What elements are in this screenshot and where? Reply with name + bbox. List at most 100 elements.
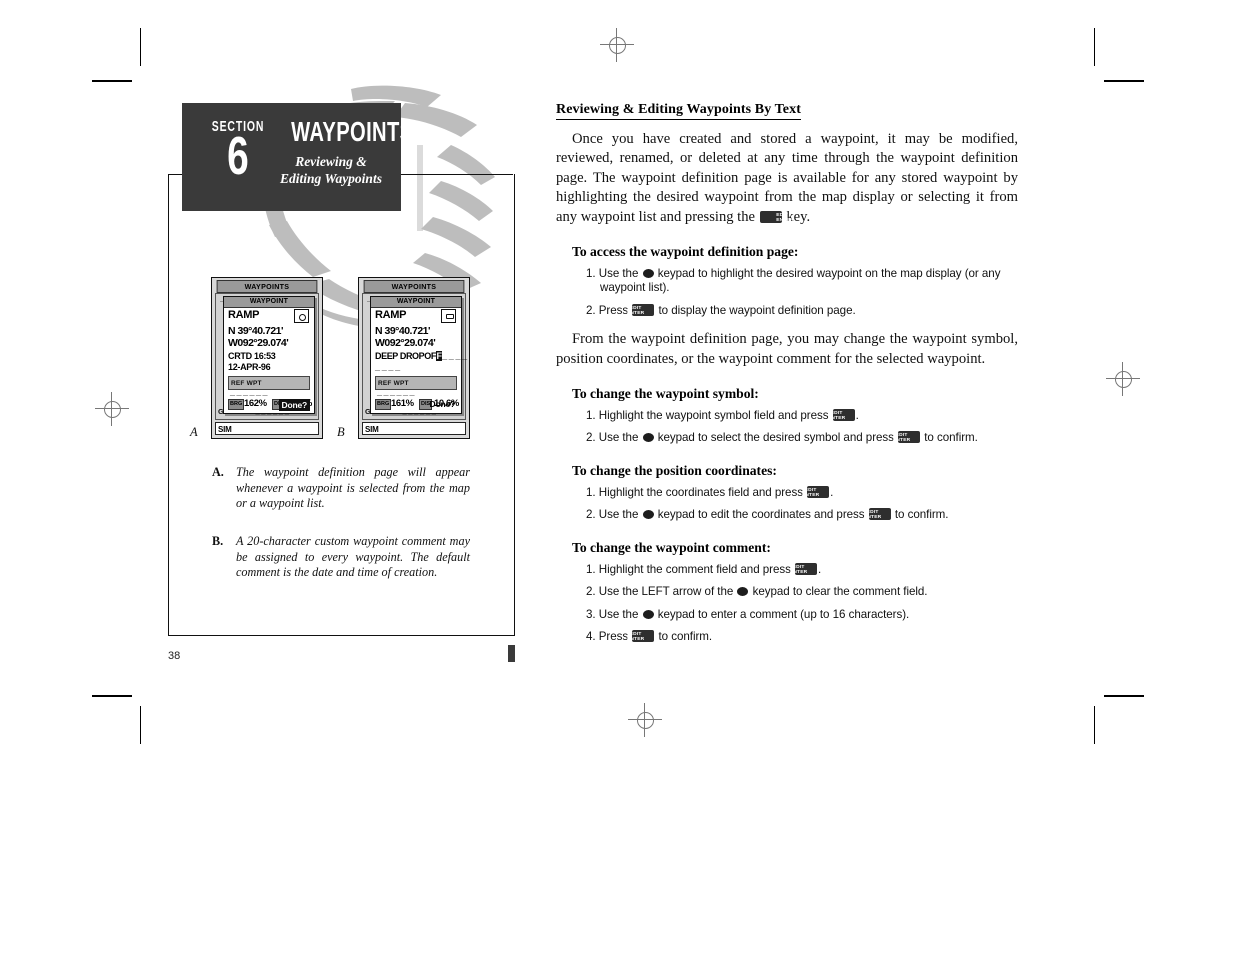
device-title-a: WAYPOINTS	[216, 280, 318, 293]
step-text: Highlight the comment field and press	[598, 562, 795, 576]
step-text-cont: keypad to select the desired symbol and …	[654, 431, 898, 445]
page-number: 38	[168, 650, 181, 662]
step-heading-access: To access the waypoint definition page:	[572, 244, 799, 260]
waypoint-comment-b[interactable]: DEEP DROPOFF_ _ _ _	[375, 351, 467, 361]
caption-a-text: The waypoint definition page will appear…	[236, 465, 470, 511]
reference-waypoint-value-b[interactable]: _ _ _ _ _ _	[377, 387, 415, 397]
caption-b: B. A 20-character custom waypoint commen…	[212, 534, 470, 581]
edit-enter-keycap-icon: EDIT ENTER	[627, 629, 655, 642]
bearing-label-a: BRG	[228, 399, 245, 410]
step-list-coordinates: 1. Highlight the coordinates field and p…	[556, 485, 1018, 523]
done-button-a[interactable]: Done?	[278, 399, 310, 411]
bearing-label-b: BRG	[375, 399, 392, 410]
rocker-keypad-icon	[642, 433, 654, 443]
dialog-header-b: WAYPOINT	[371, 297, 461, 308]
dialog-header-a: WAYPOINT	[224, 297, 314, 308]
section-subtitle-line1: Reviewing &	[295, 154, 367, 169]
step-text: Use the	[598, 607, 642, 621]
step-heading-coordinates: To change the position coordinates:	[572, 462, 777, 478]
keycap-line2: ENTER	[893, 437, 911, 443]
list-item: 1. Highlight the comment field and press…	[556, 562, 1018, 577]
registration-mark-bottom	[628, 703, 662, 737]
caption-b-text: A 20-character custom waypoint comment m…	[236, 534, 470, 580]
edit-enter-keycap-icon: EDIT ENTER	[828, 409, 855, 422]
step-number: 1.	[586, 409, 596, 423]
edit-enter-keycap-icon: EDIT ENTER	[627, 303, 655, 316]
waypoint-latitude-a[interactable]: N 39°40.721'	[228, 325, 284, 337]
page-title: Reviewing & Editing Waypoints By Text	[556, 102, 801, 120]
step-text: Use the LEFT arrow of the	[598, 585, 737, 599]
list-item: 3. Use the keypad to enter a comment (up…	[556, 608, 1018, 622]
step-list-access: 1. Use the keypad to highlight the desir…	[556, 267, 1018, 318]
waypoint-longitude-a[interactable]: W092°29.074'	[228, 337, 289, 349]
caption-b-letter: B.	[212, 534, 224, 548]
list-item: 2. Use the LEFT arrow of the keypad to c…	[556, 585, 1018, 599]
keycap-line2: ENTER	[863, 514, 882, 520]
section-subtitle-line2: Editing Waypoints	[280, 171, 382, 186]
waypoint-comment-trail-b: _ _ _ _	[442, 351, 467, 361]
figure-label-b: B	[337, 425, 345, 439]
step-heading-comment: To change the waypoint comment:	[572, 539, 771, 555]
crop-mark-top-right-vertical	[1094, 28, 1095, 66]
caption-a-letter: A.	[212, 465, 224, 479]
device-title-b: WAYPOINTS	[363, 280, 465, 293]
waypoint-definition-dialog-a: WAYPOINT RAMP N 39°40.721' W092°29.074' …	[223, 296, 315, 414]
keycap-line2: ENTER	[789, 568, 808, 574]
step-text-cont: .	[818, 562, 822, 576]
step-number: 2.	[586, 303, 596, 317]
step-heading-symbol: To change the waypoint symbol:	[572, 386, 759, 402]
waypoint-created-time-a: CRTD 16:53	[228, 351, 276, 361]
section-header-block: SECTION 6 WAYPOINTS Reviewing & Editing …	[182, 103, 413, 211]
device-status-b: SIM	[362, 422, 466, 435]
waypoint-name-a[interactable]: RAMP	[228, 309, 260, 321]
step-text-cont: keypad to enter a comment (up to 16 char…	[654, 607, 910, 621]
crop-mark-bottom-left-horizontal	[92, 695, 132, 697]
keycap-line2: ENTER	[775, 216, 794, 222]
keycap-line2: ENTER	[627, 309, 645, 315]
list-item: 2. Use the keypad to edit the coordinate…	[556, 508, 1018, 522]
bearing-value-a: 162%	[244, 398, 267, 409]
step-text: Use the	[598, 267, 642, 281]
reference-waypoint-value-a[interactable]: _ _ _ _ _ _	[230, 387, 268, 397]
keycap-line2: ENTER	[627, 635, 645, 641]
done-button-b[interactable]: Done?	[428, 399, 457, 409]
step-number: 2.	[586, 508, 596, 522]
edit-enter-keycap-icon: EDIT ENTER	[759, 210, 794, 223]
keycap-line2: ENTER	[802, 491, 820, 497]
crop-mark-bottom-right-horizontal	[1104, 695, 1144, 697]
waypoint-longitude-b[interactable]: W092°29.074'	[375, 337, 436, 349]
edit-enter-keycap-icon: EDIT ENTER	[863, 508, 891, 521]
step-number: 4.	[586, 629, 596, 643]
step-number: 3.	[586, 607, 596, 621]
registration-mark-top	[600, 28, 634, 62]
registration-mark-left	[95, 392, 129, 426]
edit-enter-keycap-icon: EDIT ENTER	[893, 431, 921, 444]
waypoint-comment-line2-b: _ _ _ _	[375, 362, 400, 372]
step-text: Use the	[598, 431, 642, 445]
device-status-a: SIM	[215, 422, 319, 435]
step-text-cont: .	[855, 409, 859, 423]
list-item: 4. Press EDIT ENTER to confirm.	[556, 629, 1018, 644]
figure-label-a: A	[190, 425, 198, 439]
circle-symbol-icon	[299, 313, 306, 321]
edit-enter-keycap-icon: EDIT ENTER	[789, 562, 818, 575]
step-list-comment: 1. Highlight the comment field and press…	[556, 562, 1018, 645]
waypoint-created-date-a: 12-APR-96	[228, 362, 271, 372]
list-item: 2. Use the keypad to select the desired …	[556, 431, 1018, 445]
crop-mark-top-left-vertical	[140, 28, 141, 66]
waypoint-definition-dialog-b: WAYPOINT RAMP N 39°40.721' W092°29.074' …	[370, 296, 467, 414]
waypoint-name-b[interactable]: RAMP	[375, 309, 407, 321]
step-text-cont: keypad to clear the comment field.	[749, 585, 928, 599]
content-frame-top-rule-right	[400, 174, 513, 175]
waypoint-symbol-field-a[interactable]	[294, 309, 309, 323]
step-text-cont: .	[830, 485, 834, 499]
list-item: 1. Use the keypad to highlight the desir…	[556, 267, 1018, 296]
intro-paragraph-1: Once you have created and stored a waypo…	[556, 130, 1018, 227]
edit-enter-keycap-icon: EDIT ENTER	[802, 485, 830, 498]
step-text-end: to confirm.	[891, 508, 949, 522]
registration-mark-right	[1106, 362, 1140, 396]
rocker-keypad-icon	[642, 269, 654, 279]
step-number: 2.	[586, 431, 596, 445]
waypoint-symbol-field-b[interactable]	[441, 309, 456, 323]
waypoint-latitude-b[interactable]: N 39°40.721'	[375, 325, 431, 337]
